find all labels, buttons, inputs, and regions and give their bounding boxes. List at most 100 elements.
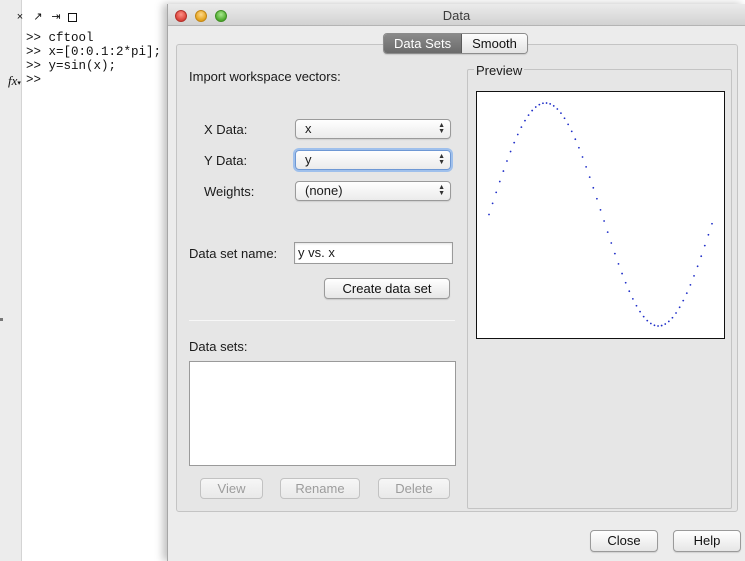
data-point — [506, 160, 508, 162]
data-point — [592, 186, 595, 189]
data-set-name-input[interactable]: y vs. x — [294, 242, 453, 264]
updown-arrows-icon: ▲ ▼ — [438, 122, 445, 135]
window-title: Data — [442, 8, 471, 23]
command-toolbar: × ↗ ⇥ — [0, 9, 170, 25]
data-point — [560, 112, 562, 115]
title-bar[interactable]: Data — [168, 4, 745, 26]
x-data-label: X Data: — [204, 122, 248, 137]
weights-select[interactable]: (none) ▲ ▼ — [295, 181, 451, 201]
preview-label: Preview — [474, 63, 525, 78]
data-point — [498, 180, 501, 183]
data-point — [581, 156, 584, 158]
data-point — [657, 325, 659, 327]
data-point — [570, 130, 573, 133]
command-prompt[interactable]: >> — [26, 73, 161, 87]
data-point — [495, 191, 498, 194]
data-point — [671, 316, 674, 319]
data-point — [509, 150, 512, 153]
data-point — [667, 320, 670, 323]
data-point — [678, 306, 681, 309]
command-history[interactable]: >> cftool >> x=[0:0.1:2*pi]; >> y=sin(x); >… — [26, 31, 161, 87]
y-data-select[interactable]: y ▲ ▼ — [295, 150, 451, 170]
maximize-icon[interactable] — [68, 12, 77, 22]
data-point — [628, 290, 631, 293]
data-point — [642, 315, 645, 318]
resize-marker — [0, 318, 3, 321]
data-point — [516, 133, 519, 136]
create-data-set-button[interactable]: Create data set — [324, 278, 450, 299]
data-sets-label: Data sets: — [189, 339, 248, 354]
data-point — [596, 197, 598, 200]
data-point — [538, 103, 541, 106]
data-point — [491, 202, 494, 205]
data-point — [603, 220, 605, 222]
data-sets-list[interactable] — [189, 361, 456, 466]
data-point — [631, 297, 634, 300]
data-point — [693, 275, 695, 277]
view-button[interactable]: View — [200, 478, 263, 499]
data-point — [711, 222, 713, 225]
data-point — [653, 324, 656, 327]
data-point — [578, 146, 580, 149]
content-panel: Import workspace vectors: X Data: x ▲ ▼ Y… — [176, 44, 738, 512]
rename-button[interactable]: Rename — [280, 478, 360, 499]
y-data-label: Y Data: — [204, 153, 248, 168]
data-point — [700, 255, 703, 258]
y-data-value: y — [305, 152, 312, 167]
data-sets-pane: Import workspace vectors: X Data: x ▲ ▼ Y… — [177, 45, 465, 511]
data-point — [675, 312, 677, 314]
data-point — [610, 242, 613, 244]
data-point — [685, 292, 688, 295]
function-browser-icon[interactable]: fx▾ — [8, 73, 21, 89]
updown-arrows-icon: ▲ ▼ — [438, 184, 445, 197]
delete-button[interactable]: Delete — [378, 478, 450, 499]
data-point — [585, 165, 588, 168]
tab-icon[interactable]: ⇥ — [50, 11, 62, 23]
preview-chart — [488, 102, 713, 327]
data-point — [563, 117, 566, 120]
data-point — [696, 265, 699, 268]
tab-smooth[interactable]: Smooth — [462, 34, 527, 53]
data-point — [624, 281, 627, 284]
data-point — [534, 106, 537, 108]
help-button[interactable]: Help — [673, 530, 741, 552]
divider — [189, 320, 455, 321]
data-point — [689, 283, 692, 286]
data-point — [502, 170, 505, 172]
data-point — [574, 138, 577, 141]
data-point — [635, 304, 638, 307]
data-point — [682, 299, 685, 302]
data-point — [649, 322, 652, 325]
x-data-value: x — [305, 121, 312, 136]
command-line: >> y=sin(x); — [26, 59, 117, 73]
data-point — [542, 102, 544, 105]
data-point — [617, 262, 620, 265]
close-button[interactable]: Close — [590, 530, 658, 552]
data-point — [552, 105, 555, 107]
data-point — [513, 141, 516, 144]
data-set-name-label: Data set name: — [189, 246, 278, 261]
tab-data-sets[interactable]: Data Sets — [384, 34, 463, 53]
data-point — [549, 103, 552, 105]
preview-plot — [476, 91, 725, 339]
command-line: >> cftool — [26, 31, 94, 45]
updown-arrows-icon: ▲ ▼ — [438, 153, 445, 166]
data-point — [531, 109, 534, 112]
close-icon[interactable]: × — [14, 11, 26, 23]
data-point — [567, 123, 570, 126]
undock-icon[interactable]: ↗ — [32, 11, 44, 23]
x-data-select[interactable]: x ▲ ▼ — [295, 119, 451, 139]
data-point — [613, 252, 616, 255]
data-point — [556, 108, 559, 110]
data-point — [664, 323, 667, 325]
data-point — [646, 319, 649, 322]
command-line: >> x=[0:0.1:2*pi]; — [26, 45, 162, 59]
data-point — [488, 213, 490, 216]
command-window: × ↗ ⇥ >> cftool >> x=[0:0.1:2*pi]; >> y=si… — [0, 0, 170, 561]
data-point — [527, 114, 530, 117]
data-point — [703, 244, 706, 247]
data-point — [621, 272, 623, 275]
data-dialog: Data Import workspace vectors: X Data: x… — [167, 4, 745, 561]
weights-value: (none) — [305, 183, 343, 198]
data-point — [639, 310, 641, 313]
